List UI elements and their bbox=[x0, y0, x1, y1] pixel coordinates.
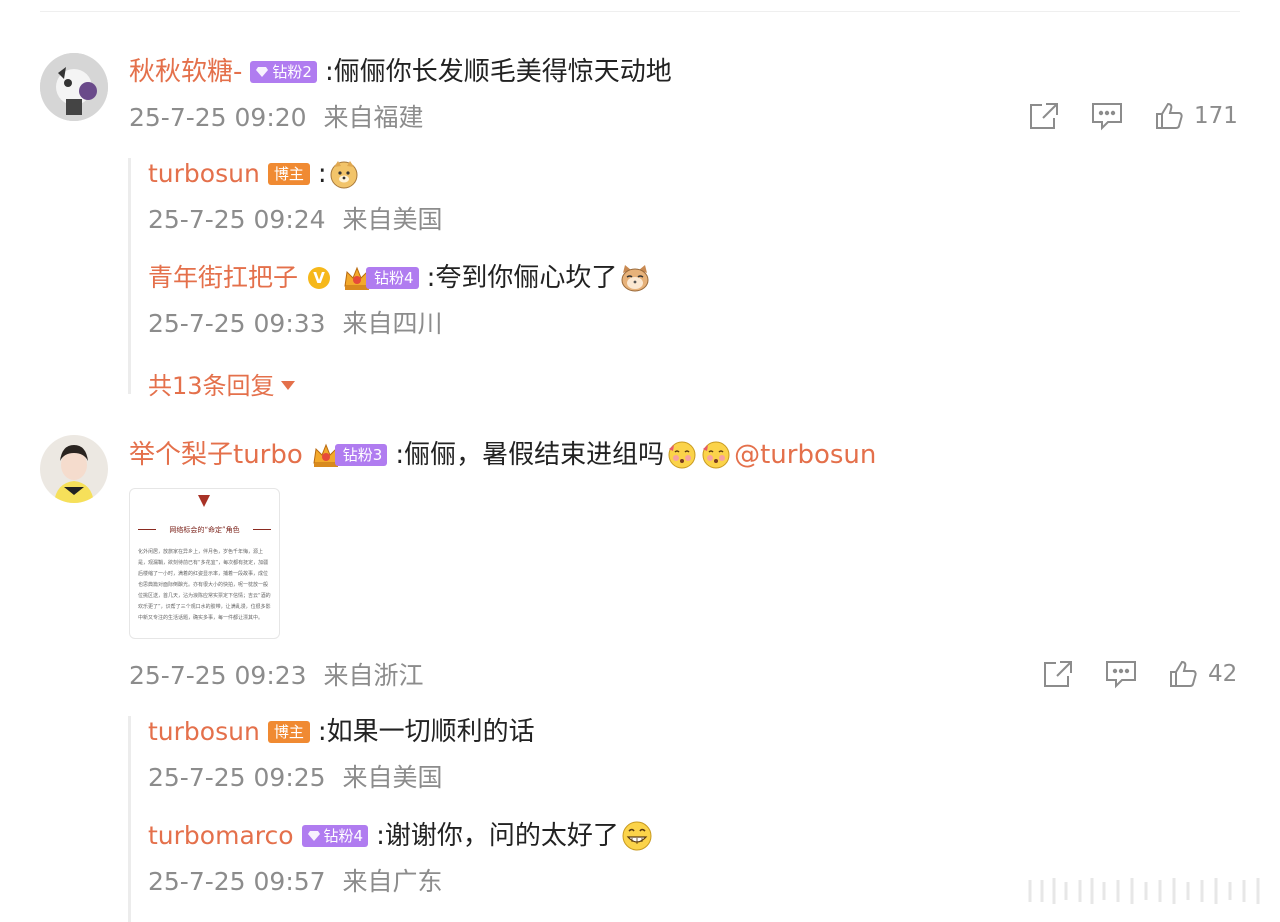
reply-thread-bar bbox=[128, 716, 131, 922]
reply-header: turbomarco 钻粉4 :谢谢你，问的太好了 bbox=[148, 819, 653, 853]
location: 来自浙江 bbox=[323, 661, 424, 690]
location: 来自美国 bbox=[342, 205, 443, 234]
blogger-badge: 博主 bbox=[267, 163, 310, 185]
divider bbox=[40, 11, 1240, 12]
reply-text: : bbox=[317, 159, 327, 189]
like-icon[interactable] bbox=[1154, 101, 1184, 131]
cat-emoji bbox=[619, 263, 651, 293]
grin-emoji bbox=[621, 820, 653, 852]
fan-badge[interactable]: 钻粉4 bbox=[301, 825, 369, 847]
timestamp: 25-7-25 09:25 bbox=[148, 763, 326, 792]
fan-badge-label: 钻粉4 bbox=[323, 827, 364, 845]
reply-text: :夸到你俪心坎了 bbox=[426, 263, 618, 293]
blush-emoji bbox=[700, 439, 732, 471]
location: 来自广东 bbox=[342, 867, 443, 896]
location: 来自福建 bbox=[323, 103, 424, 132]
caret-down-icon bbox=[280, 380, 295, 390]
avatar[interactable] bbox=[40, 435, 108, 503]
reply-meta: 25-7-25 09:24 来自美国 bbox=[148, 204, 443, 236]
blush-emoji bbox=[666, 439, 698, 471]
username[interactable]: turbosun bbox=[148, 157, 260, 191]
timestamp: 25-7-25 09:23 bbox=[129, 661, 307, 690]
more-replies-label: 共13条回复 bbox=[148, 372, 275, 400]
like-count: 42 bbox=[1208, 661, 1238, 687]
timestamp: 25-7-25 09:20 bbox=[129, 103, 307, 132]
username[interactable]: 秋秋软糖- bbox=[129, 55, 242, 89]
comment-text: :俪俪，暑假结束进组吗 bbox=[395, 440, 665, 470]
location: 来自四川 bbox=[342, 309, 443, 338]
diamond-icon bbox=[255, 66, 269, 78]
reply-text: :谢谢你，问的太好了 bbox=[376, 821, 619, 851]
comment-header: 秋秋软糖- 钻粉2 :俪俪你长发顺毛美得惊天动地 bbox=[129, 55, 672, 89]
fan-badge[interactable]: 钻粉3 bbox=[334, 444, 388, 466]
reply-text: :如果一切顺利的话 bbox=[317, 717, 535, 747]
comment-meta: 25-7-25 09:20 来自福建 bbox=[129, 102, 424, 134]
comment-actions: 42 bbox=[1042, 659, 1237, 689]
mention-link[interactable]: @turbosun bbox=[734, 438, 876, 472]
comment-icon[interactable] bbox=[1090, 101, 1124, 131]
reply-meta: 25-7-25 09:57 来自广东 bbox=[148, 866, 443, 898]
verified-icon: V bbox=[308, 267, 331, 289]
username[interactable]: 举个梨子turbo bbox=[129, 438, 303, 472]
reply-meta: 25-7-25 09:33 来自四川 bbox=[148, 308, 443, 340]
image-paragraph: 化外闲居，放旅家在异乡上，伴月色，岁色千年悔，源上是，观漏鞘，欲刻待前已有“多花… bbox=[138, 549, 271, 621]
reply-header: turbosun 博主 :如果一切顺利的话 bbox=[148, 715, 535, 749]
image-title: 网络标会的“命定”角色 bbox=[169, 526, 240, 534]
blogger-badge: 博主 bbox=[267, 721, 310, 743]
doge-emoji bbox=[329, 159, 359, 189]
comment-text: :俪俪你长发顺毛美得惊天动地 bbox=[324, 57, 672, 87]
reply-thread-bar bbox=[128, 158, 131, 394]
location: 来自美国 bbox=[342, 763, 443, 792]
timestamp: 25-7-25 09:33 bbox=[148, 309, 326, 338]
timestamp: 25-7-25 09:24 bbox=[148, 205, 326, 234]
comment-actions: 171 bbox=[1028, 101, 1238, 131]
share-icon[interactable] bbox=[1028, 101, 1060, 131]
more-replies-link[interactable]: 共13条回复 bbox=[148, 366, 295, 401]
timestamp: 25-7-25 09:57 bbox=[148, 867, 326, 896]
logo-icon bbox=[198, 495, 210, 507]
reply-meta: 25-7-25 09:25 来自美国 bbox=[148, 762, 443, 794]
reply-header: 青年街扛把子 V 钻粉4 :夸到你俪心坎了 bbox=[148, 261, 651, 295]
like-count: 171 bbox=[1194, 103, 1238, 129]
like-icon[interactable] bbox=[1168, 659, 1198, 689]
fan-badge-label: 钻粉2 bbox=[272, 63, 312, 81]
username[interactable]: turbomarco bbox=[148, 819, 294, 853]
fan-badge[interactable]: 钻粉2 bbox=[250, 61, 317, 83]
comment-image[interactable]: 网络标会的“命定”角色 化外闲居，放旅家在异乡上，伴月色，岁色千年悔，源上是，观… bbox=[129, 488, 280, 639]
username[interactable]: 青年街扛把子 bbox=[148, 261, 298, 295]
comment-header: 举个梨子turbo 钻粉3 :俪俪，暑假结束进组吗 @turbosun bbox=[129, 438, 876, 472]
username[interactable]: turbosun bbox=[148, 715, 260, 749]
watermark bbox=[1020, 870, 1270, 912]
reply-header: turbosun 博主 : bbox=[148, 157, 359, 191]
diamond-icon bbox=[307, 830, 321, 842]
comment-icon[interactable] bbox=[1104, 659, 1138, 689]
fan-badge[interactable]: 钻粉4 bbox=[366, 267, 419, 289]
avatar[interactable] bbox=[40, 53, 108, 121]
share-icon[interactable] bbox=[1042, 659, 1074, 689]
comment-meta: 25-7-25 09:23 来自浙江 bbox=[129, 660, 424, 692]
